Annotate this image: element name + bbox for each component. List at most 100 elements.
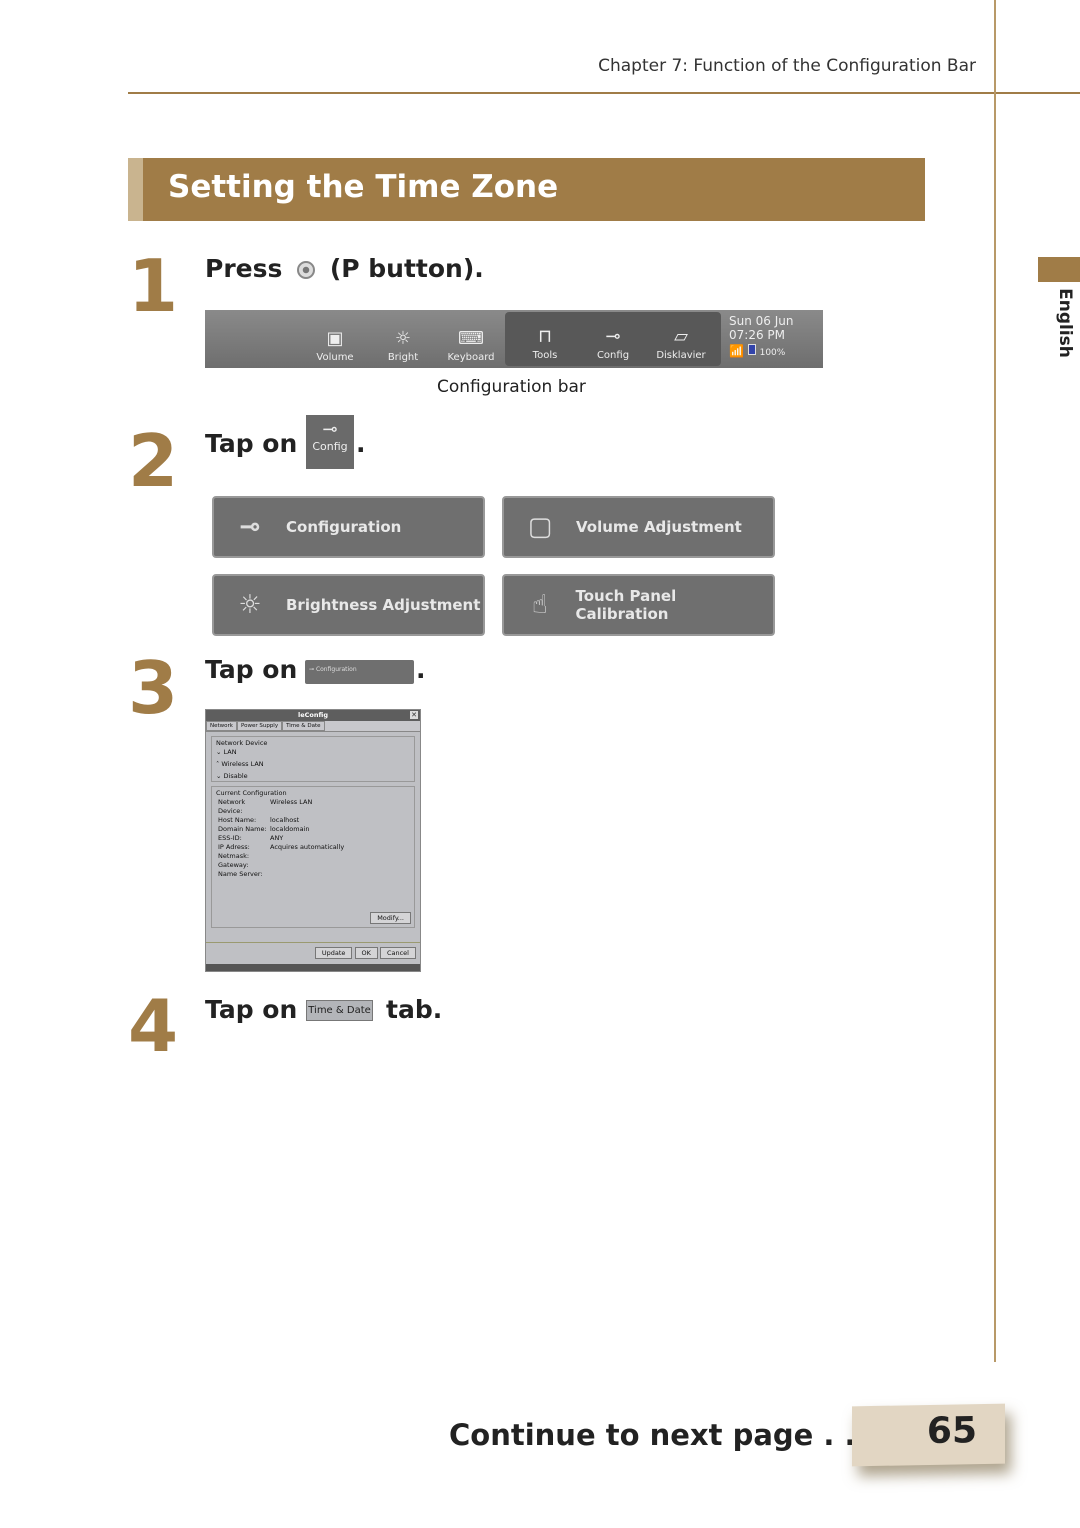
- volume-icon: ▣: [326, 328, 344, 349]
- battery-icon: [747, 344, 756, 355]
- config-row: Network Device: Wireless LAN: [216, 798, 410, 816]
- bar-disklavier[interactable]: ⏥ Disklavier: [647, 312, 715, 366]
- config-key: Host Name:: [218, 816, 257, 824]
- step-4-text: Tap on: [205, 995, 298, 1024]
- step-number: 2: [128, 419, 179, 503]
- config-value: Acquires automatically: [270, 843, 345, 851]
- touch-icon: ☝: [531, 590, 548, 620]
- radio-disable[interactable]: ⌄ Disable: [216, 772, 410, 781]
- signal-icon: 📶: [729, 344, 744, 358]
- cancel-button[interactable]: Cancel: [379, 947, 416, 959]
- menu-volume-adjustment[interactable]: ▢ Volume Adjustment: [502, 496, 775, 558]
- config-value: Wireless LAN: [270, 798, 313, 806]
- chapter-header: Chapter 7: Function of the Configuration…: [598, 56, 976, 76]
- config-row: Host Name: localhost: [216, 816, 410, 825]
- dialog-footer: Update OK Cancel: [206, 942, 420, 963]
- bar-group: ⊓ Tools ⊸ Config ⏥ Disklavier: [505, 312, 721, 366]
- bar-tools[interactable]: ⊓ Tools: [511, 312, 579, 366]
- step-text: tab.: [386, 995, 443, 1024]
- config-key: Gateway:: [218, 861, 249, 869]
- step-2-text: Tap on: [205, 429, 298, 458]
- brightness-icon: ☼: [238, 590, 262, 620]
- bar-config[interactable]: ⊸ Config: [579, 312, 647, 366]
- step-number: 1: [128, 244, 179, 328]
- step-number: 3: [128, 646, 179, 730]
- page-title: Setting the Time Zone: [168, 169, 559, 205]
- config-row: Domain Name: localdomain: [216, 825, 410, 834]
- config-label: Config: [312, 440, 348, 453]
- figure-caption: Configuration bar: [437, 377, 586, 397]
- leconfig-dialog: leConfig ✕ Network Power Supply Time & Da…: [205, 709, 421, 972]
- menu-configuration[interactable]: ⊸ Configuration: [212, 496, 485, 558]
- menu-label: Volume Adjustment: [576, 518, 742, 536]
- menu-label: Touch Panel Calibration: [575, 587, 677, 623]
- bar-label: Tools: [532, 350, 558, 361]
- configuration-label: Configuration: [315, 666, 357, 673]
- battery-level: 100%: [759, 348, 786, 358]
- dialog-bottom-bar: [206, 964, 420, 971]
- bar-label: Disklavier: [656, 350, 706, 361]
- config-key: Name Server:: [218, 870, 263, 878]
- language-tab-label: English: [1054, 288, 1075, 358]
- radio-lan[interactable]: ⌄ LAN: [216, 748, 410, 757]
- config-key: Network Device:: [218, 798, 246, 815]
- bar-volume[interactable]: ▣ Volume: [301, 310, 369, 368]
- step-text: .: [416, 655, 426, 684]
- dialog-tabs: Network Power Supply Time & Date: [206, 721, 420, 732]
- date: Sun 06 Jun: [729, 314, 794, 328]
- tab-time-date[interactable]: Time & Date: [282, 721, 325, 731]
- config-row: IP Adress: Acquires automatically: [216, 843, 410, 852]
- wrench-icon: ⊸: [309, 666, 316, 673]
- time: 07:26 PM: [729, 328, 785, 342]
- tab-network[interactable]: Network: [206, 721, 237, 731]
- network-device-group: Network Device ⌄ LAN ˄ Wireless LAN ⌄ Di…: [211, 736, 415, 782]
- step-text: .: [356, 429, 366, 458]
- step-3-text: Tap on: [205, 655, 298, 684]
- tab-power-supply[interactable]: Power Supply: [236, 721, 283, 731]
- config-row: Gateway:: [216, 861, 410, 870]
- dialog-titlebar: leConfig ✕: [206, 710, 420, 721]
- close-icon[interactable]: ✕: [410, 711, 418, 719]
- wrench-icon: ⊸: [605, 326, 621, 347]
- time-date-tab-image: Time & Date: [306, 1000, 373, 1021]
- step-number: 4: [128, 984, 179, 1068]
- menu-label: Configuration: [286, 518, 402, 536]
- toolbox-icon: ⊓: [537, 326, 553, 347]
- group-label: Network Device: [216, 739, 268, 747]
- bar-keyboard[interactable]: ⌨ Keyboard: [437, 310, 505, 368]
- page-number: 65: [852, 1403, 1005, 1467]
- bar-label: Keyboard: [447, 352, 495, 363]
- status-area: Sun 06 Jun 07:26 PM 📶 100%: [721, 310, 793, 368]
- current-configuration-group: Current Configuration Network Device: Wir…: [211, 786, 415, 928]
- radio-wireless-lan[interactable]: ˄ Wireless LAN: [216, 760, 410, 769]
- step-1-text: Press (P button).: [205, 254, 484, 283]
- header-rule: [128, 92, 1080, 94]
- config-key: Domain Name:: [218, 825, 267, 833]
- modify-button[interactable]: Modify...: [370, 912, 411, 924]
- bar-label: Config: [596, 350, 630, 361]
- p-button-icon: [297, 261, 316, 279]
- configuration-button-image: ⊸ Configuration: [305, 660, 414, 684]
- brightness-icon: ☼: [394, 328, 412, 349]
- configuration-bar: ▣ Volume ☼ Bright ⌨ Keyboard ⊓ Tools ⊸ Config…: [205, 310, 823, 368]
- language-tab-marker: [1038, 257, 1080, 282]
- step-text: Press: [205, 254, 283, 283]
- menu-brightness-adjustment[interactable]: ☼ Brightness Adjustment: [212, 574, 485, 636]
- disklavier-icon: ⏥: [674, 326, 688, 347]
- volume-icon: ▢: [527, 512, 553, 542]
- config-key: ESS-ID:: [218, 834, 242, 842]
- dialog-title: leConfig: [298, 711, 328, 719]
- keyboard-icon: ⌨: [458, 328, 484, 349]
- menu-label: Brightness Adjustment: [286, 596, 481, 614]
- config-button-image: ⊸ Config: [306, 415, 354, 469]
- update-button[interactable]: Update: [314, 947, 353, 959]
- bar-bright[interactable]: ☼ Bright: [369, 310, 437, 368]
- wrench-icon: ⊸: [239, 512, 261, 542]
- menu-touch-panel-calibration[interactable]: ☝ Touch Panel Calibration: [502, 574, 775, 636]
- wrench-icon: ⊸: [322, 419, 338, 440]
- config-key: Netmask:: [218, 852, 250, 860]
- margin-rule: [994, 0, 996, 1362]
- step-text: (P button).: [329, 254, 484, 283]
- ok-button[interactable]: OK: [354, 947, 378, 959]
- config-value: localdomain: [270, 825, 310, 833]
